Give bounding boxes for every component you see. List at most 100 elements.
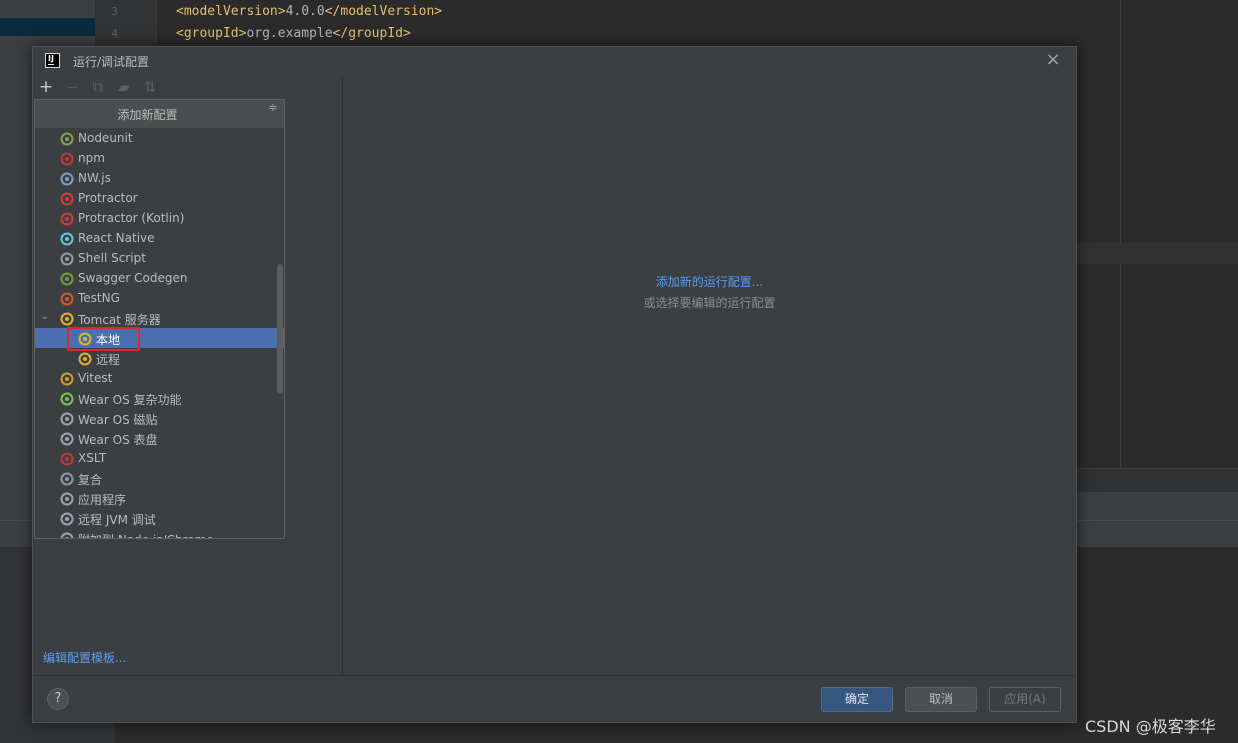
list-item[interactable]: Wear OS 磁贴 (35, 408, 284, 428)
add-new-run-config-link[interactable]: 添加新的运行配置... (343, 273, 1076, 290)
project-tree-selection[interactable] (0, 18, 95, 36)
run-debug-configurations-dialog: IJ 运行/调试配置 × + − ⧉ ▰ ⇅ 添加新配置 ≑ Nodeunit npm NW… (32, 46, 1077, 723)
list-item[interactable]: Wear OS 表盘 (35, 428, 284, 448)
empty-state-hint: 或选择要编辑的运行配置 (643, 296, 776, 310)
swagger-codegen-icon (60, 271, 74, 286)
xml-tag: </groupId> (332, 26, 411, 41)
popup-header: 添加新配置 ≑ (35, 100, 284, 128)
list-item[interactable]: Shell Script (35, 248, 284, 268)
list-item[interactable]: ⌄ Tomcat 服务器 (35, 308, 284, 328)
xml-tag: <modelVersion> (176, 4, 286, 19)
list-item-label: npm (78, 151, 105, 165)
copy-icon[interactable]: ⧉ (89, 78, 107, 96)
list-item-label: Wear OS 复杂功能 (78, 393, 182, 407)
list-item[interactable]: React Native (35, 228, 284, 248)
line-number: 4 (111, 27, 118, 40)
list-item[interactable]: Protractor (35, 188, 284, 208)
wear-os-watchface-icon (60, 431, 74, 446)
list-item[interactable]: 附加到 Node.js/Chrome (35, 528, 284, 538)
list-item-label: 应用程序 (78, 493, 127, 507)
edit-configuration-templates-link[interactable]: 编辑配置模板... (43, 649, 126, 666)
wear-os-tile-icon (60, 411, 74, 426)
list-item-label: 附加到 Node.js/Chrome (78, 531, 214, 538)
compound-icon (60, 471, 74, 486)
xml-tag: <groupId> (176, 26, 247, 41)
list-item-label: React Native (78, 231, 155, 245)
wear-os-complication-icon (60, 391, 74, 406)
list-item-label: Vitest (78, 371, 113, 385)
list-item[interactable]: Protractor (Kotlin) (35, 208, 284, 228)
scrollbar-thumb[interactable] (277, 264, 283, 394)
divider (1077, 520, 1238, 521)
remove-icon[interactable]: − (63, 78, 81, 96)
list-item-label: Swagger Codegen (78, 271, 188, 285)
vitest-icon (60, 371, 74, 386)
splitter[interactable] (342, 75, 343, 675)
list-item[interactable]: Vitest (35, 368, 284, 388)
list-item[interactable]: XSLT (35, 448, 284, 468)
list-item-label: TestNG (78, 291, 120, 305)
list-item[interactable]: 远程 JVM 调试 (35, 508, 284, 528)
intellij-app-icon: IJ (45, 53, 60, 68)
collapse-all-icon[interactable]: ≑ (267, 102, 279, 119)
list-item[interactable]: 复合 (35, 468, 284, 488)
list-item[interactable]: npm (35, 148, 284, 168)
list-item-label: NW.js (78, 171, 111, 185)
list-item[interactable]: 应用程序 (35, 488, 284, 508)
apply-button[interactable]: 应用(A) (989, 687, 1061, 712)
list-item-label: Protractor (Kotlin) (78, 211, 185, 225)
popup-title: 添加新配置 (117, 108, 178, 122)
chevron-down-icon[interactable]: ⌄ (41, 311, 51, 323)
tomcat-remote-icon (78, 351, 92, 366)
remote-jvm-debug-icon (60, 511, 74, 526)
list-item-label: 远程 (96, 353, 121, 367)
screen: 3 4 <modelVersion>4.0.0</modelVersion> <… (0, 0, 1238, 743)
folder-icon[interactable]: ▰ (115, 78, 133, 96)
list-item-label: 复合 (78, 473, 103, 487)
list-item[interactable]: Nodeunit (35, 128, 284, 148)
list-item-label: XSLT (78, 451, 107, 465)
list-item[interactable]: Swagger Codegen (35, 268, 284, 288)
help-icon[interactable]: ? (47, 688, 69, 710)
list-item-label: Shell Script (78, 251, 146, 265)
editor-gutter: 3 4 (95, 0, 157, 46)
line-number: 3 (111, 5, 118, 18)
ok-button[interactable]: 确定 (821, 687, 893, 712)
xml-text: org.example (246, 26, 333, 41)
right-margin-guide (1120, 0, 1121, 468)
watermark: CSDN @极客李华 (1085, 717, 1216, 736)
list-item[interactable]: NW.js (35, 168, 284, 188)
list-item[interactable]: 远程 (35, 348, 284, 368)
code-line[interactable]: <groupId>org.example</groupId> (176, 26, 411, 41)
sort-icon[interactable]: ⇅ (141, 78, 159, 96)
nodeunit-icon (60, 131, 74, 146)
dialog-titlebar[interactable]: IJ 运行/调试配置 × (33, 47, 1076, 75)
cancel-button[interactable]: 取消 (905, 687, 977, 712)
list-item[interactable]: Wear OS 复杂功能 (35, 388, 284, 408)
protractor-kotlin-icon (60, 211, 74, 226)
list-item-label: Nodeunit (78, 131, 133, 145)
dialog-title: 运行/调试配置 (73, 55, 150, 69)
attach-node-icon (60, 531, 74, 538)
list-item-label: Wear OS 表盘 (78, 433, 158, 447)
xml-tag: </modelVersion> (324, 4, 443, 19)
app-icon-text: IJ (48, 54, 54, 63)
code-line[interactable]: <modelVersion>4.0.0</modelVersion> (176, 4, 442, 19)
close-icon[interactable]: × (1044, 51, 1062, 69)
testng-icon (60, 291, 74, 306)
tool-window-header (1077, 492, 1238, 547)
list-item-label: Wear OS 磁贴 (78, 413, 158, 427)
xml-text: 4.0.0 (285, 4, 325, 19)
editor-bottom-bar (1077, 468, 1238, 492)
tomcat-icon (60, 311, 74, 326)
add-icon[interactable]: + (37, 78, 55, 96)
list-item[interactable]: TestNG (35, 288, 284, 308)
footer-divider (33, 675, 1076, 676)
list-item-label: Protractor (78, 191, 138, 205)
npm-icon (60, 151, 74, 166)
red-annotation-box (67, 327, 140, 351)
list-item-label: 远程 JVM 调试 (78, 513, 156, 527)
shell-script-icon (60, 251, 74, 266)
add-new-configuration-popup: 添加新配置 ≑ Nodeunit npm NW.js Protractor Protra… (34, 99, 285, 539)
application-icon (60, 491, 74, 506)
